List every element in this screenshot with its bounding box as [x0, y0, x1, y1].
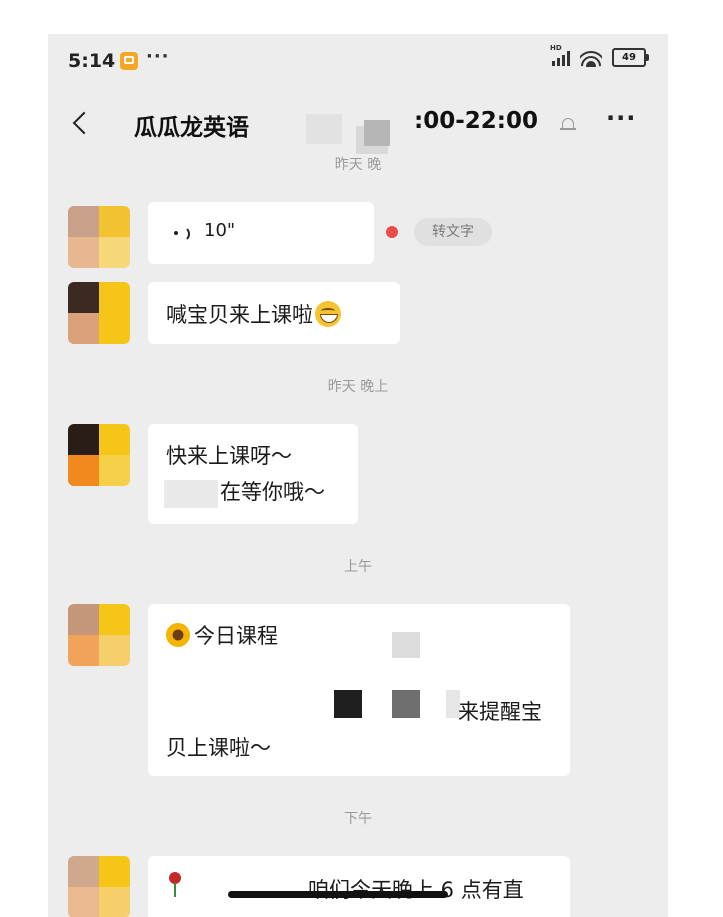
- home-indicator[interactable]: [228, 891, 448, 898]
- service-hours: :00-22:00: [414, 108, 538, 134]
- message-text: 快来上课呀～: [166, 444, 292, 468]
- time-separator: 上午: [344, 559, 372, 575]
- blurred-region: [306, 114, 342, 144]
- avatar[interactable]: [68, 282, 130, 344]
- time-separator: 昨天 晚上: [327, 379, 389, 395]
- rose-icon: [166, 872, 184, 898]
- message-text: 来提醒宝: [458, 700, 542, 724]
- blurred-region: [164, 480, 218, 508]
- message-title: 今日课程: [194, 624, 278, 648]
- more-options-button[interactable]: ···: [606, 104, 636, 132]
- grin-emoji-icon: [315, 301, 341, 327]
- blurred-region: [334, 690, 362, 718]
- mute-bell-icon: [560, 116, 576, 134]
- sunflower-icon: [166, 623, 190, 647]
- avatar[interactable]: [68, 206, 130, 268]
- voice-wave-icon: [174, 226, 190, 242]
- time-separator: 昨天 晚: [334, 157, 382, 173]
- hd-label: HD: [550, 43, 562, 52]
- avatar[interactable]: [68, 856, 130, 917]
- status-indicators: HD 49: [550, 44, 649, 67]
- blurred-region: [392, 690, 420, 718]
- text-message-bubble[interactable]: 快来上课呀～ 在等你哦～: [148, 424, 358, 524]
- text-message-bubble[interactable]: 喊宝贝来上课啦: [148, 282, 400, 344]
- blurred-region: [364, 120, 390, 146]
- signal-icon: HD: [550, 44, 570, 66]
- convert-to-text-button[interactable]: 转文字: [414, 218, 492, 246]
- text-message-bubble[interactable]: 咱们今天晚上 6 点有直: [148, 856, 570, 917]
- message-text: 咱们今天晚上 6 点有直: [308, 878, 524, 902]
- avatar[interactable]: [68, 424, 130, 486]
- wifi-icon: [580, 48, 602, 67]
- message-text: 贝上课啦～: [166, 736, 271, 760]
- status-time: 5:14: [68, 50, 116, 72]
- battery-icon: 49: [612, 48, 649, 67]
- back-button[interactable]: [66, 104, 106, 144]
- message-text: 喊宝贝来上课啦: [166, 303, 313, 327]
- status-more-icon: ···: [146, 46, 170, 67]
- message-text: 在等你哦～: [220, 480, 325, 504]
- phone-screen: 5:14 ··· HD 49 瓜瓜龙英语 :00-22:00 ··· 昨天 晚: [48, 34, 668, 917]
- avatar[interactable]: [68, 604, 130, 666]
- status-bar: 5:14 ··· HD 49: [48, 34, 668, 90]
- time-separator: 下午: [344, 811, 372, 827]
- blurred-region: [392, 632, 420, 658]
- chat-header: 瓜瓜龙英语 :00-22:00 ···: [48, 100, 668, 154]
- voice-message-bubble[interactable]: 10": [148, 202, 374, 264]
- text-message-bubble[interactable]: 今日课程 来提醒宝 贝上课啦～: [148, 604, 570, 776]
- voice-duration: 10": [204, 220, 236, 241]
- unread-dot: [386, 226, 398, 238]
- chat-title: 瓜瓜龙英语: [134, 115, 249, 141]
- notification-app-icon: [120, 52, 138, 70]
